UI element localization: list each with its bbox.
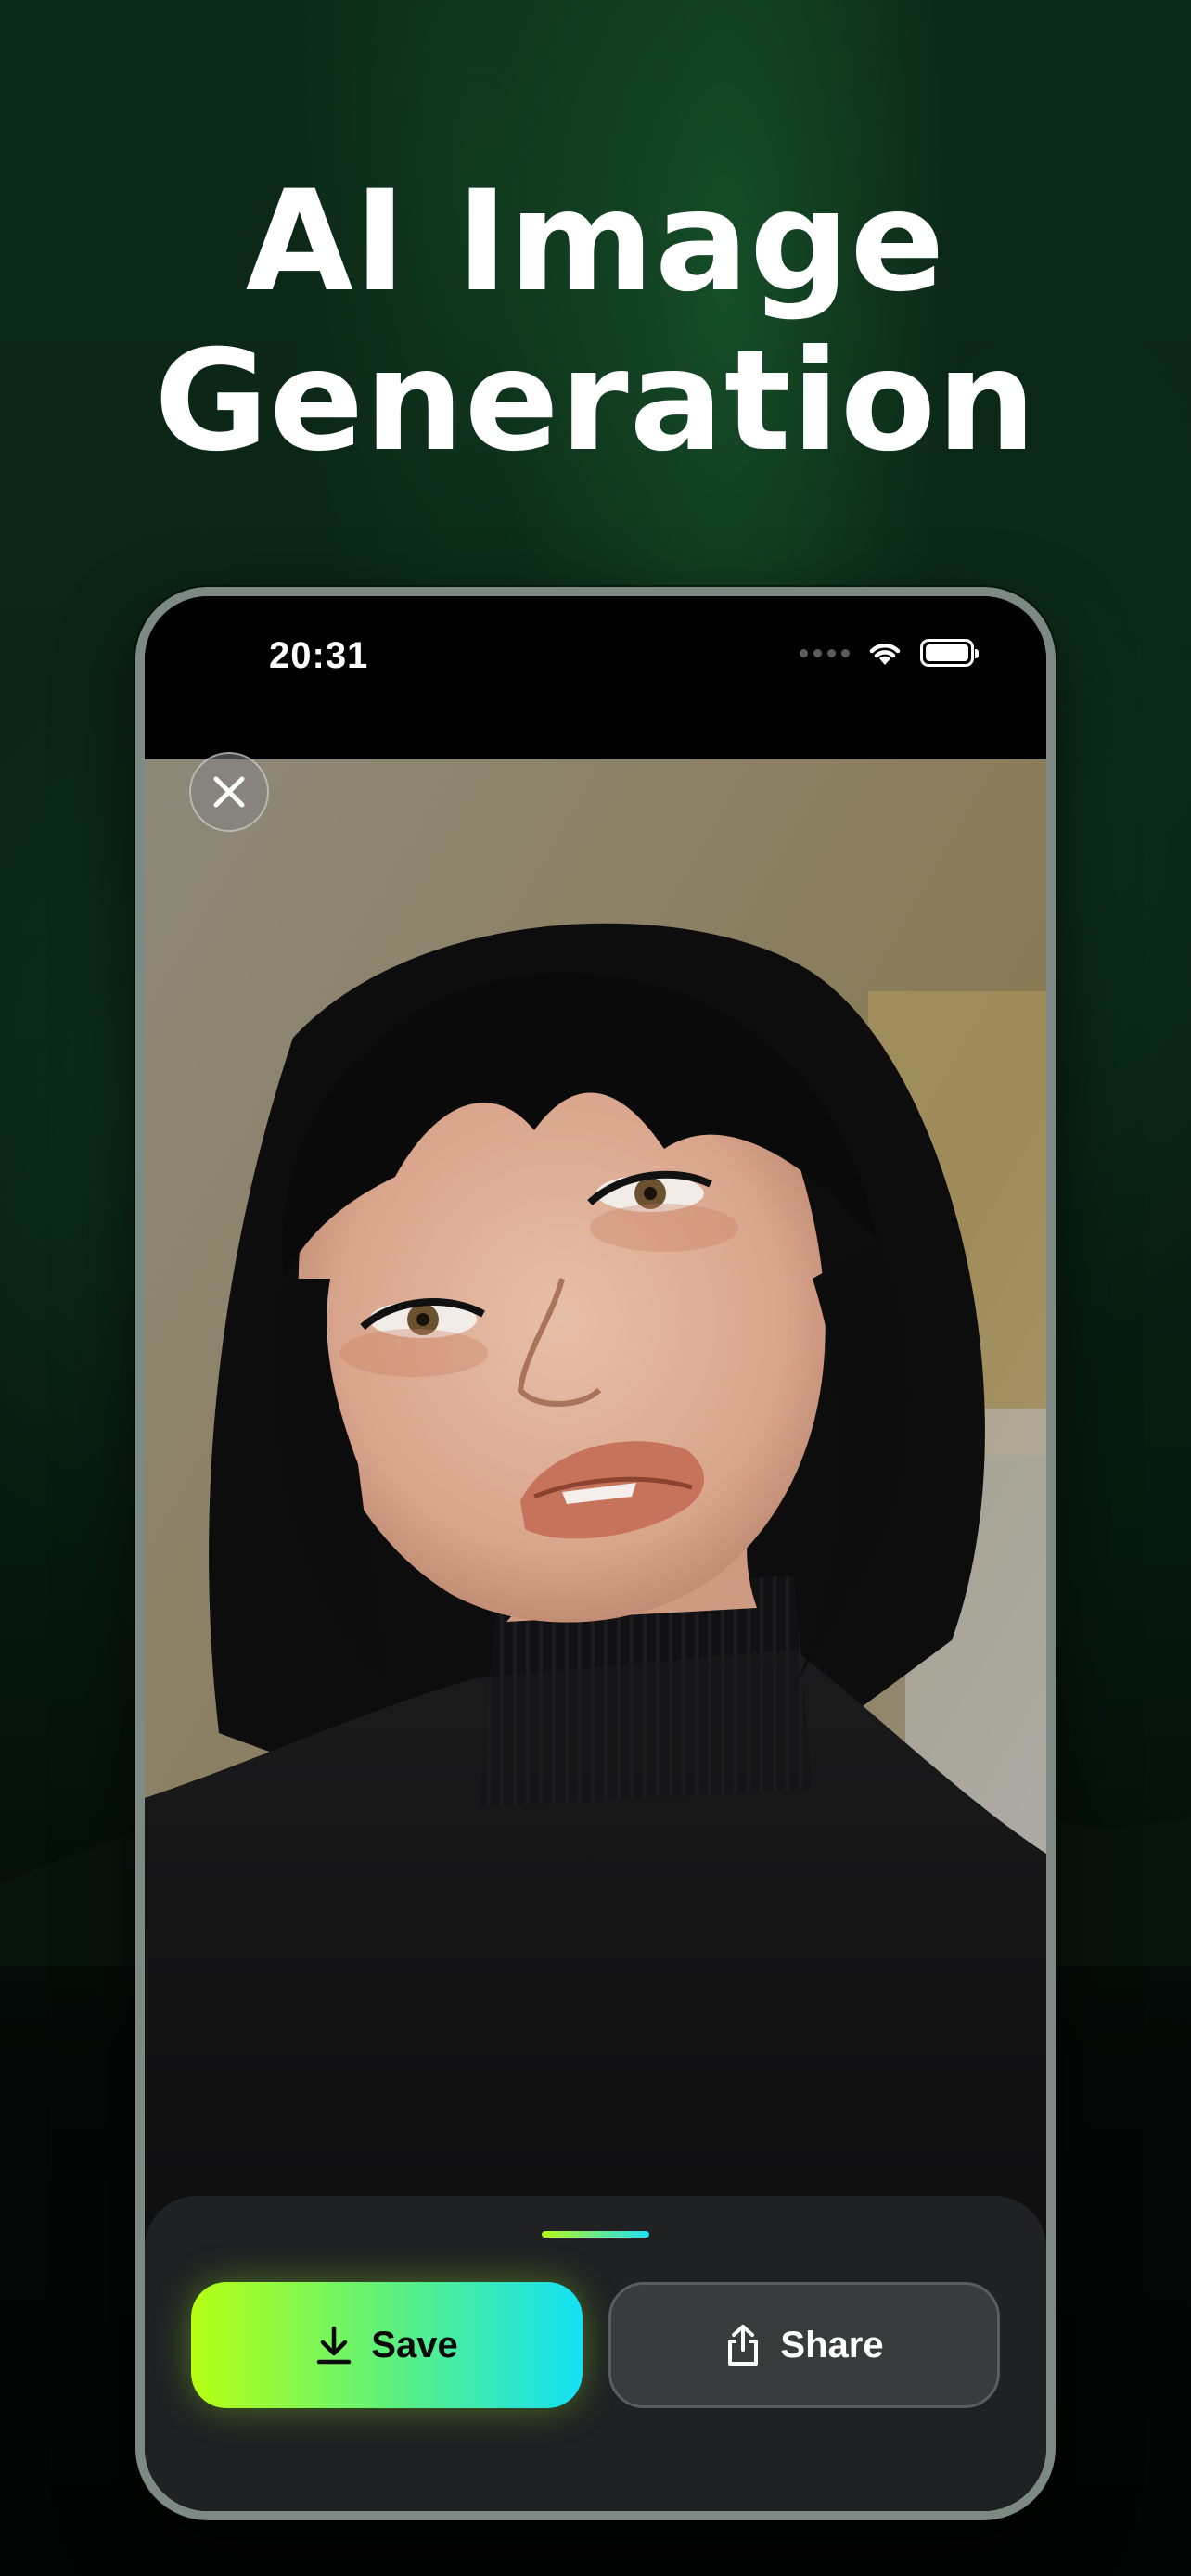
portrait-illustration — [145, 759, 1046, 2327]
signal-icon — [800, 648, 850, 657]
share-button[interactable]: Share — [608, 2282, 1000, 2408]
action-sheet: Save Share — [145, 2196, 1046, 2511]
sheet-grabber[interactable] — [542, 2231, 649, 2238]
download-icon — [317, 2326, 352, 2365]
save-label: Save — [371, 2324, 458, 2366]
close-button[interactable] — [189, 752, 269, 832]
phone-frame: 20:31 Save Share — [135, 587, 1056, 2520]
headline: AI Image Generation — [0, 162, 1191, 481]
battery-icon — [920, 639, 979, 667]
headline-line-1: AI Image — [245, 161, 946, 323]
status-icons — [800, 639, 979, 667]
status-time: 20:31 — [269, 635, 369, 676]
wifi-icon — [869, 644, 901, 665]
generated-image — [145, 759, 1046, 2327]
status-bar: 20:31 — [145, 596, 1046, 759]
promo-screen: AI Image Generation 20:31 Save Share — [0, 0, 1191, 2576]
save-button[interactable]: Save — [191, 2282, 583, 2408]
share-label: Share — [780, 2324, 884, 2366]
close-icon — [213, 776, 245, 808]
headline-line-2: Generation — [154, 321, 1037, 482]
share-icon — [728, 2325, 759, 2366]
